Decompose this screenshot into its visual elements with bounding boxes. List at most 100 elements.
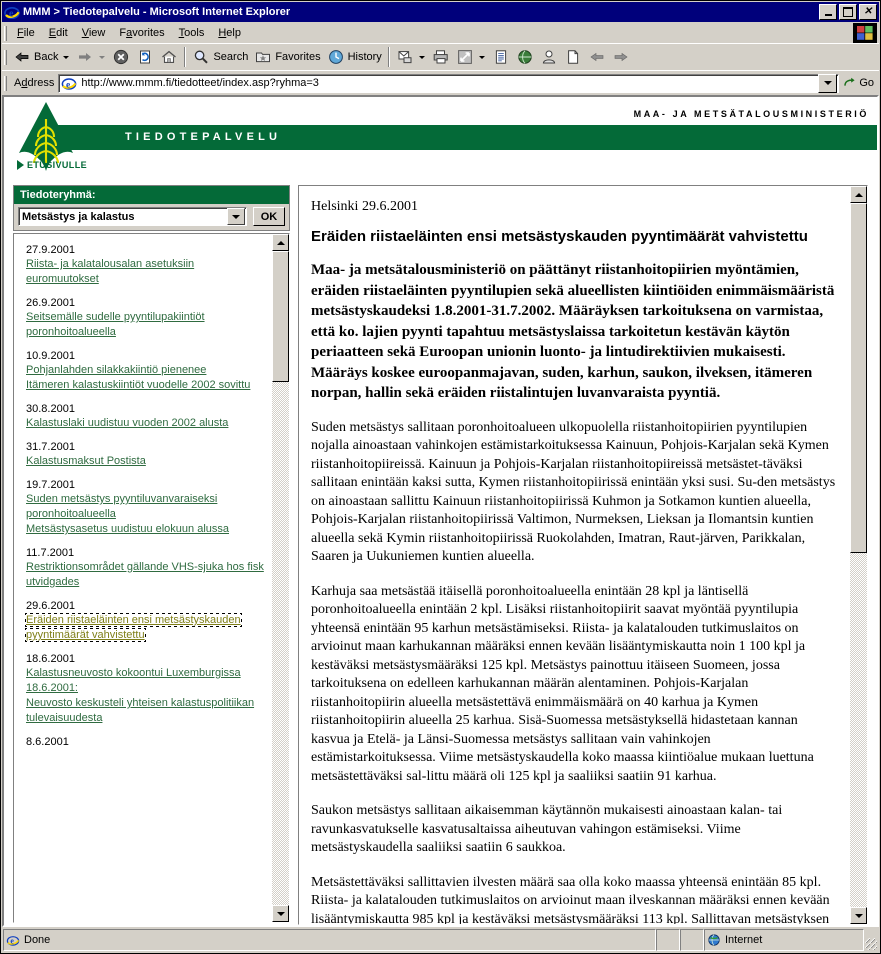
list-item: 8.6.2001 — [26, 735, 268, 749]
menu-tools[interactable]: Tools — [172, 25, 212, 41]
menu-edit[interactable]: Edit — [42, 25, 75, 41]
fullscreen-icon — [457, 50, 472, 64]
news-link[interactable]: Suden metsästys pyyntiluvanvaraiseksi po… — [26, 492, 268, 522]
address-input[interactable]: e http://www.mmm.fi/tiedotteet/index.asp… — [58, 73, 840, 93]
history-button[interactable]: History — [324, 46, 385, 68]
page-viewport: TIEDOTEPALVELU MAA- JA METSÄTALOUSMINIST… — [2, 95, 879, 927]
favorites-label: Favorites — [275, 51, 321, 63]
sidebar-scrollbar[interactable] — [272, 234, 289, 922]
news-link[interactable]: Restriktionsområdet gällande VHS-sjuka h… — [26, 560, 268, 590]
menu-view[interactable]: View — [75, 25, 113, 41]
address-value[interactable]: http://www.mmm.fi/tiedotteet/index.asp?r… — [81, 77, 818, 89]
list-item: 19.7.2001 Suden metsästys pyyntiluvanvara… — [26, 478, 268, 537]
go-button[interactable]: Go — [839, 72, 879, 94]
status-message: Done — [24, 934, 51, 946]
article-scroll-thumb[interactable] — [850, 203, 867, 553]
menu-help[interactable]: Help — [211, 25, 248, 41]
article-scroll-down-button[interactable] — [850, 907, 867, 924]
news-link[interactable]: Kalastusneuvosto kokoontui Luxemburgissa… — [26, 666, 268, 696]
news-link[interactable]: Riista- ja kalatalousalan asetuksiin eur… — [26, 257, 268, 287]
mail-dropdown-icon[interactable] — [418, 55, 425, 59]
sidebar-scroll-up-button[interactable] — [272, 234, 289, 251]
article-lead: Maa- ja metsätalousministeriö on päättän… — [311, 262, 835, 401]
status-bar: e Done Internet — [2, 928, 879, 952]
menu-favorites[interactable]: Favorites — [112, 25, 171, 41]
mail-button[interactable] — [393, 46, 429, 68]
address-drag-grip[interactable] — [4, 75, 7, 91]
home-button[interactable] — [157, 46, 181, 68]
news-date: 11.7.2001 — [26, 547, 75, 559]
toolbar-drag-grip[interactable] — [4, 49, 7, 65]
article-paragraph: Karhuja saa metsästää itäisellä poronhoi… — [311, 583, 814, 784]
resize-grip[interactable] — [864, 929, 878, 951]
news-link[interactable]: Neuvosto keskusteli yhteisen kalastuspol… — [26, 696, 268, 726]
new-page-button[interactable] — [561, 46, 585, 68]
svg-text:e: e — [9, 9, 14, 20]
stop-button[interactable] — [109, 46, 133, 68]
news-link[interactable]: Kalastusmaksut Postista — [26, 454, 268, 469]
news-links: Eräiden riistaeläinten ensi metsästyskau… — [25, 613, 268, 643]
back-button[interactable]: Back — [10, 46, 73, 68]
favorites-button[interactable]: Favorites — [251, 46, 323, 68]
news-link[interactable]: Metsästysasetus uudistuu elokuun alussa — [26, 522, 268, 537]
mail-icon — [398, 51, 412, 64]
sidebar-scroll-thumb[interactable] — [272, 251, 289, 382]
address-dropdown-button[interactable] — [818, 73, 838, 93]
fullscreen-button[interactable] — [453, 46, 489, 68]
home-link[interactable]: ETUSIVULLE — [17, 160, 87, 170]
internet-zone-globe-icon — [708, 934, 720, 946]
news-link-active[interactable]: Eräiden riistaeläinten ensi metsästyskau… — [25, 613, 242, 642]
refresh-button[interactable] — [133, 46, 157, 68]
minimize-button[interactable] — [819, 4, 837, 20]
forward-dropdown-icon[interactable] — [99, 55, 106, 59]
triangle-right-icon — [17, 160, 24, 170]
news-date: 19.7.2001 — [26, 479, 75, 491]
person-icon — [542, 50, 555, 64]
news-link[interactable]: Kalastuslaki uudistuu vuoden 2002 alusta — [26, 416, 268, 431]
browser-window: e MMM > Tiedotepalvelu - Microsoft Inter… — [0, 0, 881, 954]
close-button[interactable]: ✕ — [859, 4, 877, 20]
ie-animated-logo — [853, 23, 877, 43]
news-link[interactable]: Seitsemälle sudelle pyyntilupakiintiöt p… — [26, 310, 268, 340]
ok-button[interactable]: OK — [253, 207, 285, 226]
list-item: 10.9.2001 Pohjanlahden silakkakiintiö pie… — [26, 349, 268, 393]
article-scrollbar[interactable] — [850, 186, 867, 924]
security-zone-pane: Internet — [704, 929, 864, 951]
messenger-button[interactable] — [537, 46, 561, 68]
discuss-button[interactable] — [513, 46, 537, 68]
go-label: Go — [859, 77, 874, 89]
news-list: 27.9.2001 Riista- ja kalatalousalan asetu… — [14, 234, 272, 922]
group-select[interactable]: Metsästys ja kalastus — [18, 207, 247, 226]
search-label: Search — [213, 51, 249, 63]
forward-button[interactable] — [73, 46, 109, 68]
title-bar: e MMM > Tiedotepalvelu - Microsoft Inter… — [2, 2, 879, 22]
maximize-button[interactable] — [839, 4, 857, 20]
back-dropdown-icon[interactable] — [63, 55, 70, 59]
news-link[interactable]: Itämeren kalastuskiintiöt vuodelle 2002 … — [26, 378, 268, 393]
fullscreen-dropdown-icon[interactable] — [478, 55, 485, 59]
web-page: TIEDOTEPALVELU MAA- JA METSÄTALOUSMINIST… — [4, 97, 877, 925]
article-paragraph: Suden metsästys sallitaan poronhoitoalue… — [311, 419, 836, 565]
news-date: 27.9.2001 — [26, 244, 75, 256]
search-button[interactable]: Search — [189, 46, 251, 68]
news-links: Suden metsästys pyyntiluvanvaraiseksi po… — [26, 492, 268, 537]
list-item: 11.7.2001 Restriktionsområdet gällande VH… — [26, 546, 268, 590]
ministry-name: MAA- JA METSÄTALOUSMINISTERIÖ — [633, 109, 869, 119]
edit-page-button[interactable] — [489, 46, 513, 68]
print-button[interactable] — [429, 46, 453, 68]
menu-drag-grip[interactable] — [4, 25, 7, 41]
next-page-button[interactable] — [609, 46, 633, 68]
sidebar-scroll-down-button[interactable] — [272, 905, 289, 922]
address-bar: Address e http://www.mmm.fi/tiedotteet/i… — [2, 70, 879, 95]
left-arrow-icon — [590, 52, 604, 62]
menu-file[interactable]: File — [10, 25, 42, 41]
blank-page-icon — [567, 50, 578, 64]
navigation-toolbar: Back Search Favorites History — [2, 43, 879, 70]
article-paragraphs: Suden metsästys sallitaan poronhoitoalue… — [311, 419, 836, 925]
prev-page-button[interactable] — [585, 46, 609, 68]
news-links: Kalastuslaki uudistuu vuoden 2002 alusta — [26, 416, 268, 431]
news-link[interactable]: Pohjanlahden silakkakiintiö pienenee — [26, 363, 268, 378]
search-icon — [195, 50, 209, 64]
article-scroll-up-button[interactable] — [850, 186, 867, 203]
chevron-down-icon[interactable] — [227, 208, 245, 225]
